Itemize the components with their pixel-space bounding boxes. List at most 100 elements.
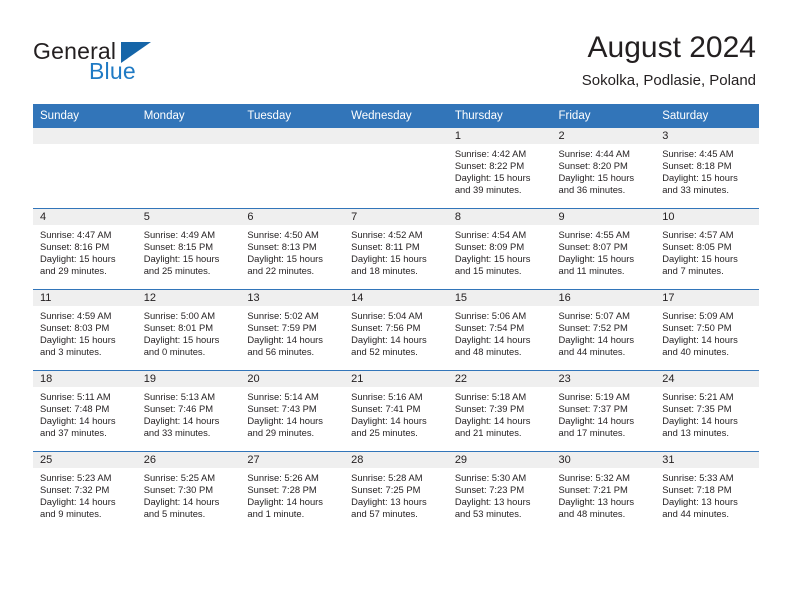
daylight-text-line2: and 57 minutes. [351,508,418,520]
sunset-text: Sunset: 8:15 PM [143,241,214,253]
daylight-text-line2: and 7 minutes. [662,265,724,277]
day-number-band [240,128,345,144]
sunset-text: Sunset: 7:59 PM [247,322,317,334]
daylight-text-line2: and 22 minutes. [247,265,315,277]
daylight-text-line1: Daylight: 14 hours [40,496,116,508]
day-number: 8 [447,209,552,225]
calendar-day-cell[interactable]: 25 Sunrise: 5:23 AM Sunset: 7:32 PM Dayligh… [33,451,137,532]
sunrise-text: Sunrise: 4:50 AM [247,229,319,240]
sunset-text: Sunset: 8:22 PM [454,160,525,172]
daylight-text-line2: and 33 minutes. [662,184,729,196]
calendar-day-cell[interactable]: 12 Sunrise: 5:00 AM Sunset: 8:01 PM Dayligh… [136,289,241,371]
sunrise-text: Sunrise: 5:21 AM [662,391,734,402]
calendar-day-cell[interactable]: 24 Sunrise: 5:21 AM Sunset: 7:35 PM Dayligh… [655,370,759,452]
sunset-text: Sunset: 7:43 PM [247,403,317,415]
calendar-week-row: 4 Sunrise: 4:47 AM Sunset: 8:16 PM Daylight… [33,208,759,290]
daylight-text-line1: Daylight: 13 hours [662,496,738,508]
daylight-text-line2: and 18 minutes. [351,265,418,277]
sunset-text: Sunset: 8:18 PM [662,160,732,172]
daylight-text-line1: Daylight: 15 hours [454,253,531,265]
day-number: 25 [33,452,137,468]
calendar-day-cell[interactable]: 3 Sunrise: 4:45 AM Sunset: 8:18 PM Daylight… [655,128,759,209]
calendar-day-cell[interactable]: 7 Sunrise: 4:52 AM Sunset: 8:11 PM Daylight… [344,208,448,290]
daylight-text-line1: Daylight: 15 hours [662,253,738,265]
calendar-day-cell[interactable]: 20 Sunrise: 5:14 AM Sunset: 7:43 PM Dayligh… [240,370,345,452]
day-details: Sunrise: 4:52 AM Sunset: 8:11 PM Daylight:… [344,225,448,277]
calendar-day-cell[interactable]: 15 Sunrise: 5:06 AM Sunset: 7:54 PM Dayligh… [447,289,552,371]
daylight-text-line1: Daylight: 14 hours [247,415,323,427]
calendar-day-cell[interactable]: 30 Sunrise: 5:32 AM Sunset: 7:21 PM Dayligh… [551,451,656,532]
day-number: 10 [655,209,759,225]
calendar-day-cell[interactable]: 28 Sunrise: 5:28 AM Sunset: 7:25 PM Dayligh… [344,451,448,532]
daylight-text-line1: Daylight: 13 hours [454,496,531,508]
calendar-week-row: 25 Sunrise: 5:23 AM Sunset: 7:32 PM Dayligh… [33,451,759,532]
sunset-text: Sunset: 7:21 PM [558,484,628,496]
calendar-day-cell[interactable]: 16 Sunrise: 5:07 AM Sunset: 7:52 PM Dayligh… [551,289,656,371]
calendar-day-cell[interactable]: 8 Sunrise: 4:54 AM Sunset: 8:09 PM Daylight… [447,208,552,290]
sunset-text: Sunset: 7:18 PM [662,484,732,496]
daylight-text-line1: Daylight: 14 hours [662,415,738,427]
day-number: 6 [240,209,345,225]
calendar-header-row: Sunday Monday Tuesday Wednesday Thursday… [33,104,759,128]
daylight-text-line1: Daylight: 14 hours [143,496,220,508]
calendar-grid: Sunday Monday Tuesday Wednesday Thursday… [33,104,759,532]
daylight-text-line2: and 44 minutes. [662,508,729,520]
day-details: Sunrise: 4:55 AM Sunset: 8:07 PM Daylight:… [552,225,656,277]
calendar-day-cell[interactable]: 22 Sunrise: 5:18 AM Sunset: 7:39 PM Dayligh… [447,370,552,452]
daylight-text-line2: and 17 minutes. [558,427,626,439]
day-number: 14 [344,290,448,306]
daylight-text-line2: and 36 minutes. [558,184,626,196]
calendar-day-cell[interactable]: 31 Sunrise: 5:33 AM Sunset: 7:18 PM Dayligh… [655,451,759,532]
daylight-text-line1: Daylight: 14 hours [40,415,116,427]
calendar-day-cell[interactable]: 1 Sunrise: 4:42 AM Sunset: 8:22 PM Daylight… [447,128,552,209]
day-details: Sunrise: 5:23 AM Sunset: 7:32 PM Daylight:… [33,468,137,520]
calendar-day-cell[interactable]: 13 Sunrise: 5:02 AM Sunset: 7:59 PM Dayligh… [240,289,345,371]
daylight-text-line1: Daylight: 13 hours [558,496,635,508]
daylight-text-line2: and 33 minutes. [143,427,211,439]
calendar-day-cell[interactable]: 18 Sunrise: 5:11 AM Sunset: 7:48 PM Dayligh… [33,370,137,452]
daylight-text-line1: Daylight: 15 hours [351,253,427,265]
daylight-text-line1: Daylight: 15 hours [143,253,220,265]
calendar-day-cell[interactable]: 27 Sunrise: 5:26 AM Sunset: 7:28 PM Dayligh… [240,451,345,532]
day-number: 23 [551,371,656,387]
calendar-day-cell[interactable]: 17 Sunrise: 5:09 AM Sunset: 7:50 PM Dayligh… [655,289,759,371]
calendar-day-cell[interactable]: 14 Sunrise: 5:04 AM Sunset: 7:56 PM Dayligh… [344,289,448,371]
weekday-header-friday: Friday [551,104,656,128]
calendar-day-cell[interactable]: 23 Sunrise: 5:19 AM Sunset: 7:37 PM Dayligh… [551,370,656,452]
calendar-day-cell[interactable]: 5 Sunrise: 4:49 AM Sunset: 8:15 PM Daylight… [136,208,241,290]
sunrise-text: Sunrise: 5:14 AM [247,391,319,402]
calendar-day-cell[interactable]: 19 Sunrise: 5:13 AM Sunset: 7:46 PM Dayligh… [136,370,241,452]
calendar-day-cell[interactable]: 10 Sunrise: 4:57 AM Sunset: 8:05 PM Dayligh… [655,208,759,290]
day-number: 18 [33,371,137,387]
calendar-day-cell[interactable]: 4 Sunrise: 4:47 AM Sunset: 8:16 PM Daylight… [33,208,137,290]
day-number: 19 [136,371,241,387]
weekday-header-tuesday: Tuesday [240,104,345,128]
calendar-page: General Blue August 2024 Sokolka, Podlas… [0,0,792,612]
day-number: 31 [655,452,759,468]
general-blue-logo[interactable]: General Blue [33,38,213,86]
day-details: Sunrise: 5:33 AM Sunset: 7:18 PM Daylight:… [655,468,759,520]
daylight-text-line1: Daylight: 14 hours [558,334,635,346]
sunset-text: Sunset: 7:32 PM [40,484,110,496]
day-details: Sunrise: 4:54 AM Sunset: 8:09 PM Daylight:… [448,225,552,277]
calendar-day-cell[interactable]: 11 Sunrise: 4:59 AM Sunset: 8:03 PM Dayligh… [33,289,137,371]
sunset-text: Sunset: 8:07 PM [558,241,628,253]
sunrise-text: Sunrise: 4:42 AM [454,148,527,159]
sunset-text: Sunset: 7:41 PM [351,403,421,415]
daylight-text-line2: and 53 minutes. [454,508,522,520]
calendar-day-cell[interactable]: 9 Sunrise: 4:55 AM Sunset: 8:07 PM Daylight… [551,208,656,290]
day-number: 20 [240,371,345,387]
day-details: Sunrise: 5:32 AM Sunset: 7:21 PM Daylight:… [552,468,656,520]
sunset-text: Sunset: 7:48 PM [40,403,110,415]
day-number: 16 [551,290,656,306]
calendar-day-cell[interactable]: 29 Sunrise: 5:30 AM Sunset: 7:23 PM Dayligh… [447,451,552,532]
calendar-day-cell[interactable]: 2 Sunrise: 4:44 AM Sunset: 8:20 PM Daylight… [551,128,656,209]
calendar-day-cell[interactable]: 21 Sunrise: 5:16 AM Sunset: 7:41 PM Dayligh… [344,370,448,452]
daylight-text-line2: and 29 minutes. [247,427,315,439]
calendar-day-cell[interactable]: 6 Sunrise: 4:50 AM Sunset: 8:13 PM Daylight… [240,208,345,290]
daylight-text-line2: and 48 minutes. [454,346,522,358]
sunrise-text: Sunrise: 4:44 AM [558,148,630,159]
daylight-text-line2: and 29 minutes. [40,265,107,277]
calendar-day-cell[interactable]: 26 Sunrise: 5:25 AM Sunset: 7:30 PM Dayligh… [136,451,241,532]
sunrise-text: Sunrise: 5:16 AM [351,391,423,402]
